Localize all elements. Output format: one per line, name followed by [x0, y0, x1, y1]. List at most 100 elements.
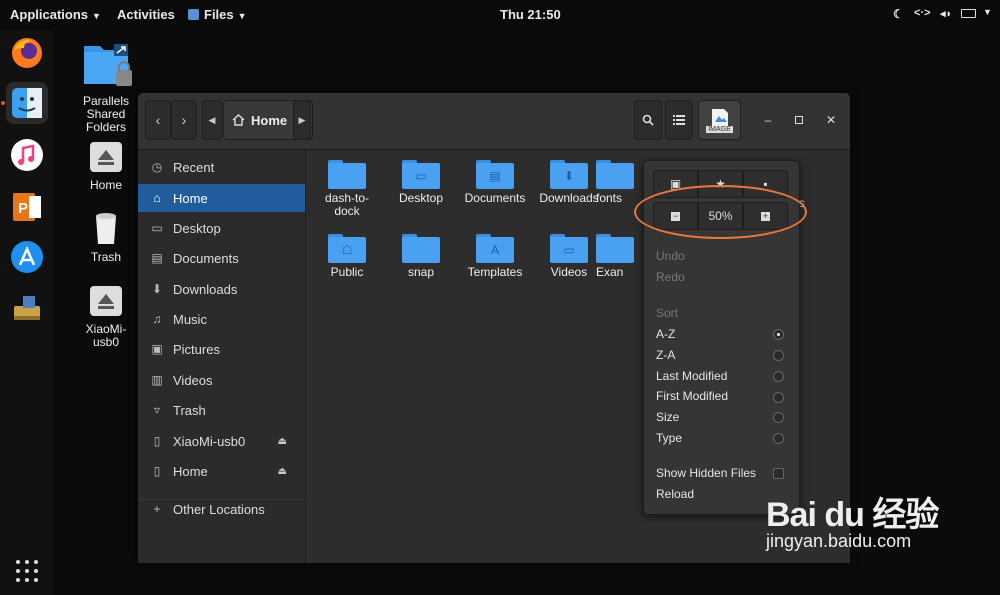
activities-button[interactable]: Activities: [117, 7, 175, 22]
file-item-templates[interactable]: A Templates: [457, 234, 533, 279]
night-light-icon[interactable]: ☾: [893, 7, 904, 21]
network-icon[interactable]: <·>: [914, 7, 931, 19]
folder-icon: [328, 160, 366, 189]
sort-option-first-modified[interactable]: First Modified: [656, 389, 728, 403]
show-apps-button[interactable]: [6, 550, 48, 592]
finder-icon: [12, 88, 42, 118]
dock-music[interactable]: [6, 134, 48, 176]
drive-icon: ▯: [153, 464, 161, 478]
applications-menu[interactable]: Applications ▼: [10, 7, 101, 22]
sidebar-item-music[interactable]: ♫ Music: [138, 305, 305, 333]
sidebar-item-label: Home: [173, 190, 208, 206]
file-item-examples[interactable]: Exan: [596, 234, 636, 279]
sort-type-radio[interactable]: [773, 433, 784, 444]
file-item-snap[interactable]: snap: [383, 234, 459, 279]
drive-icon: ▯: [153, 434, 161, 448]
trash-icon: ▿: [153, 403, 161, 417]
desktop-icon-parallels[interactable]: Parallels Shared Folders: [66, 40, 146, 134]
sidebar-item-home[interactable]: ⌂ Home: [138, 184, 305, 212]
desktop-icon-xiaomi[interactable]: XiaoMi- usb0: [66, 284, 146, 349]
sort-z-a-radio[interactable]: [773, 350, 784, 361]
sort-size-radio[interactable]: [773, 412, 784, 423]
sidebar-item-label: Trash: [173, 402, 206, 418]
battery-icon[interactable]: [961, 7, 976, 22]
sort-option-last-modified[interactable]: Last Modified: [656, 369, 727, 383]
dock-files[interactable]: [1, 82, 48, 124]
undo-item[interactable]: Undo: [656, 249, 685, 263]
sidebar-item-home-drive[interactable]: ▯ Home ⏏: [138, 457, 305, 485]
volume-icon[interactable]: ◂◗: [940, 7, 952, 20]
sidebar-item-trash[interactable]: ▿ Trash: [138, 396, 305, 424]
camera-icon: ▣: [151, 342, 163, 356]
back-button[interactable]: ‹: [145, 100, 171, 140]
running-indicator: [1, 101, 5, 105]
clock-icon: ◷: [151, 160, 163, 174]
sort-option-a-z[interactable]: A-Z: [656, 327, 675, 341]
desktop-icon-label: Trash: [90, 250, 122, 264]
triangle-right-icon: ▶: [298, 114, 306, 125]
view-options-button[interactable]: IMAGE: [698, 100, 741, 140]
sidebar-item-label: Pictures: [173, 341, 220, 357]
sidebar-item-label: Recent: [173, 159, 215, 175]
sidebar-item-videos[interactable]: ▥ Videos: [138, 366, 305, 394]
clock[interactable]: Thu 21:50: [500, 7, 561, 22]
redo-item[interactable]: Redo: [656, 270, 685, 284]
sidebar-item-label: Videos: [173, 372, 213, 388]
show-hidden-files-item[interactable]: Show Hidden Files: [656, 466, 756, 480]
breadcrumb-right-button[interactable]: ▶: [293, 100, 311, 140]
sidebar-item-other-locations[interactable]: + Other Locations: [138, 495, 305, 523]
sidebar-item-recent[interactable]: ◷ Recent: [138, 153, 305, 181]
files-app-menu[interactable]: Files ▼: [188, 7, 247, 22]
sort-a-z-radio[interactable]: [773, 329, 784, 340]
file-item-public[interactable]: ☖ Public: [309, 234, 385, 279]
desktop-folder-icon: ▭: [402, 160, 440, 189]
file-item-documents[interactable]: ▤ Documents: [457, 160, 533, 205]
file-item-fonts[interactable]: fonts: [596, 160, 636, 205]
desktop-icon-label: Parallels Shared Folders: [82, 94, 130, 134]
chevron-down-icon: ▼: [237, 11, 247, 21]
presentation-icon: P: [13, 193, 41, 221]
public-folder-icon: ☖: [328, 234, 366, 263]
dock-presentation[interactable]: P: [6, 186, 48, 228]
dock-app-store[interactable]: [6, 236, 48, 278]
sidebar-item-xiaomi-usb0[interactable]: ▯ XiaoMi-usb0 ⏏: [138, 427, 305, 455]
sidebar-item-documents[interactable]: ▤ Documents: [138, 244, 305, 272]
dock-usb-drive[interactable]: [6, 288, 48, 330]
desktop-icon-home[interactable]: Home: [66, 140, 146, 192]
image-preview-label: IMAGE: [706, 125, 733, 133]
close-icon: ✕: [825, 113, 837, 127]
folder-icon: [596, 160, 634, 189]
sort-option-size[interactable]: Size: [656, 410, 679, 424]
close-button[interactable]: ✕: [822, 111, 840, 129]
sidebar-item-downloads[interactable]: ⬇ Downloads: [138, 275, 305, 303]
sidebar-item-desktop[interactable]: ▭ Desktop: [138, 214, 305, 242]
sort-first-modified-radio[interactable]: [773, 392, 784, 403]
dock: P: [0, 30, 53, 595]
watermark-url: jingyan.baidu.com: [766, 531, 912, 551]
show-hidden-files-checkbox[interactable]: [773, 468, 784, 479]
templates-folder-icon: A: [476, 234, 514, 263]
file-item-label: fonts: [596, 191, 623, 205]
sidebar-item-pictures[interactable]: ▣ Pictures: [138, 335, 305, 363]
maximize-button[interactable]: [790, 111, 808, 129]
search-button[interactable]: [634, 100, 662, 140]
desktop-icon-trash[interactable]: Trash: [66, 210, 146, 264]
usb-drive-icon: [14, 296, 40, 320]
sort-last-modified-radio[interactable]: [773, 371, 784, 382]
file-item-desktop[interactable]: ▭ Desktop: [383, 160, 459, 205]
desktop-icon: ▭: [151, 221, 163, 235]
view-list-button[interactable]: [665, 100, 693, 140]
sort-option-type[interactable]: Type: [656, 431, 682, 445]
dock-firefox[interactable]: [6, 32, 48, 74]
eject-icon[interactable]: ⏏: [278, 466, 287, 477]
forward-button[interactable]: ›: [171, 100, 197, 140]
home-icon: [232, 114, 245, 126]
minimize-button[interactable]: –: [759, 111, 777, 129]
breadcrumb-left-button[interactable]: ◀: [202, 100, 222, 140]
sort-option-z-a[interactable]: Z-A: [656, 348, 675, 362]
system-menu-caret-icon[interactable]: ▼: [983, 7, 992, 17]
reload-item[interactable]: Reload: [656, 487, 694, 501]
eject-icon[interactable]: ⏏: [278, 436, 287, 447]
file-item-dash-to-dock[interactable]: dash-to- dock: [309, 160, 385, 218]
chevron-right-icon: ›: [181, 112, 187, 128]
